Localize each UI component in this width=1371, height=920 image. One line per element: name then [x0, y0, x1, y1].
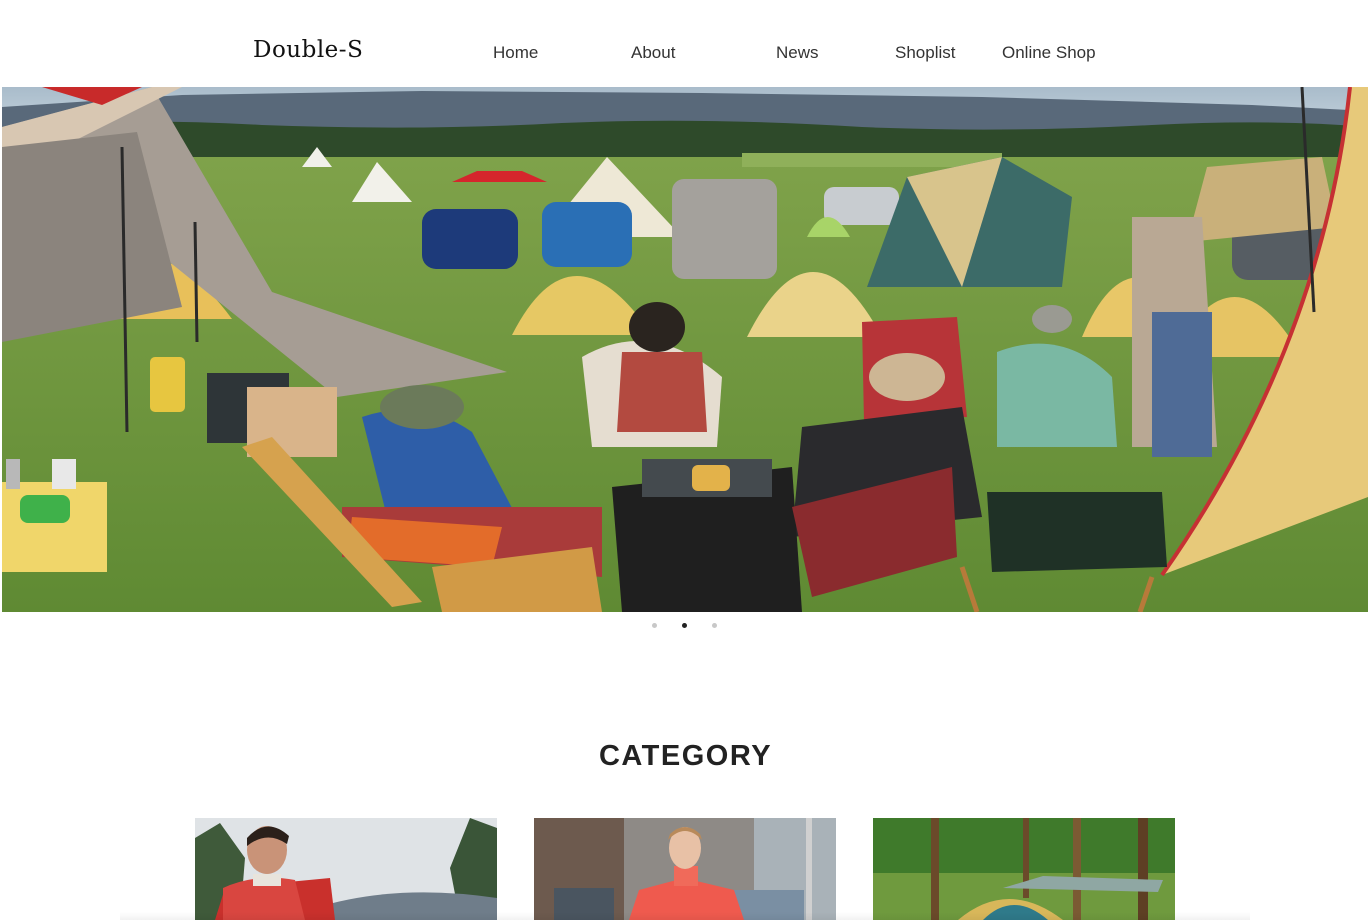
- category-card-1[interactable]: [195, 818, 497, 920]
- category-shadow: [120, 912, 1250, 920]
- nav-online-shop-link[interactable]: Online Shop: [1002, 43, 1096, 63]
- category-image-forest-tent: [873, 818, 1175, 920]
- nav-home-link[interactable]: Home: [493, 43, 538, 63]
- carousel-dot-2-active[interactable]: [682, 623, 687, 628]
- carousel-dots: [0, 623, 1371, 633]
- page: Double-S Home About News Shoplist Online…: [0, 0, 1371, 920]
- category-card-2[interactable]: [534, 818, 836, 920]
- nav-shoplist-link[interactable]: Shoplist: [895, 43, 955, 63]
- nav-about-link[interactable]: About: [631, 43, 675, 63]
- nav-news-link[interactable]: News: [776, 43, 819, 63]
- carousel-dot-3[interactable]: [712, 623, 717, 628]
- site-header: Double-S Home About News Shoplist Online…: [0, 0, 1371, 87]
- hero-image: [2, 87, 1368, 612]
- hero-slideshow[interactable]: [2, 87, 1368, 612]
- category-image-man: [195, 818, 497, 920]
- carousel-dot-1[interactable]: [652, 623, 657, 628]
- category-heading: CATEGORY: [598, 740, 773, 773]
- category-image-runner: [534, 818, 836, 920]
- site-logo[interactable]: Double-S: [253, 36, 363, 64]
- category-card-3[interactable]: [873, 818, 1175, 920]
